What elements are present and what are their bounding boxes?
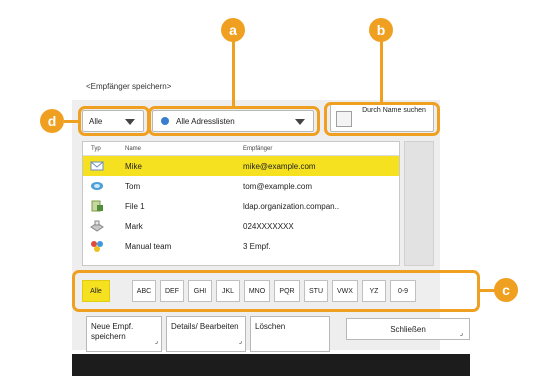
table-row[interactable]: File 1 ldap.organization.compan.. (83, 196, 399, 216)
col-recipient: Empfänger (243, 146, 273, 152)
col-type: Typ (91, 146, 101, 152)
delete-label: Löschen (255, 322, 286, 331)
row-recipient: tom@example.com (243, 182, 313, 191)
row-name: Tom (125, 182, 141, 191)
callout-d-line (64, 120, 80, 123)
delete-button[interactable]: Löschen (250, 316, 330, 352)
menu-corner-icon: ⌟ (459, 330, 463, 337)
ifax-icon (91, 182, 103, 190)
table-scrollbar[interactable] (404, 141, 434, 266)
file-server-icon (91, 200, 103, 212)
table-row[interactable]: Mike mike@example.com (83, 156, 399, 176)
fax-icon (90, 220, 104, 232)
screen-title: <Empfänger speichern> (86, 82, 172, 91)
row-recipient: mike@example.com (243, 162, 316, 171)
callout-c-badge: c (494, 278, 518, 302)
row-name: Mark (125, 222, 143, 231)
close-label: Schließen (390, 324, 426, 334)
table-row[interactable]: Manual team 3 Empf. (83, 236, 399, 256)
group-icon (91, 241, 103, 252)
callout-b-badge: b (369, 18, 393, 42)
table-header: Typ Name Empfänger (83, 142, 399, 156)
status-bar (72, 354, 470, 376)
callout-b-line (380, 34, 383, 104)
callout-a-outline (148, 106, 320, 136)
details-edit-button[interactable]: Details/ Bearbeiten ⌟ (166, 316, 246, 352)
details-edit-label: Details/ Bearbeiten (171, 322, 239, 331)
callout-a-line (232, 34, 235, 108)
row-name: Manual team (125, 242, 172, 251)
callout-c-outline (72, 270, 480, 312)
row-recipient: 024XXXXXXX (243, 222, 294, 231)
row-name: Mike (125, 162, 142, 171)
callout-d-badge: d (40, 109, 64, 133)
row-recipient: 3 Empf. (243, 242, 271, 251)
menu-corner-icon: ⌟ (238, 338, 242, 345)
new-recipient-label: Neue Empf. speichern (91, 322, 134, 341)
menu-corner-icon: ⌟ (154, 338, 158, 345)
col-name: Name (125, 146, 142, 152)
callout-a-badge: a (221, 18, 245, 42)
callout-b-outline (324, 102, 440, 136)
table-row[interactable]: Mark 024XXXXXXX (83, 216, 399, 236)
row-name: File 1 (125, 202, 145, 211)
new-recipient-button[interactable]: Neue Empf. speichern ⌟ (86, 316, 162, 352)
recipient-table: Typ Name Empfänger Mike mike@example.com… (82, 141, 400, 266)
email-icon (90, 161, 104, 171)
table-row[interactable]: Tom tom@example.com (83, 176, 399, 196)
callout-d-outline (78, 106, 150, 136)
close-button[interactable]: Schließen ⌟ (346, 318, 470, 340)
row-recipient: ldap.organization.compan.. (243, 202, 340, 211)
